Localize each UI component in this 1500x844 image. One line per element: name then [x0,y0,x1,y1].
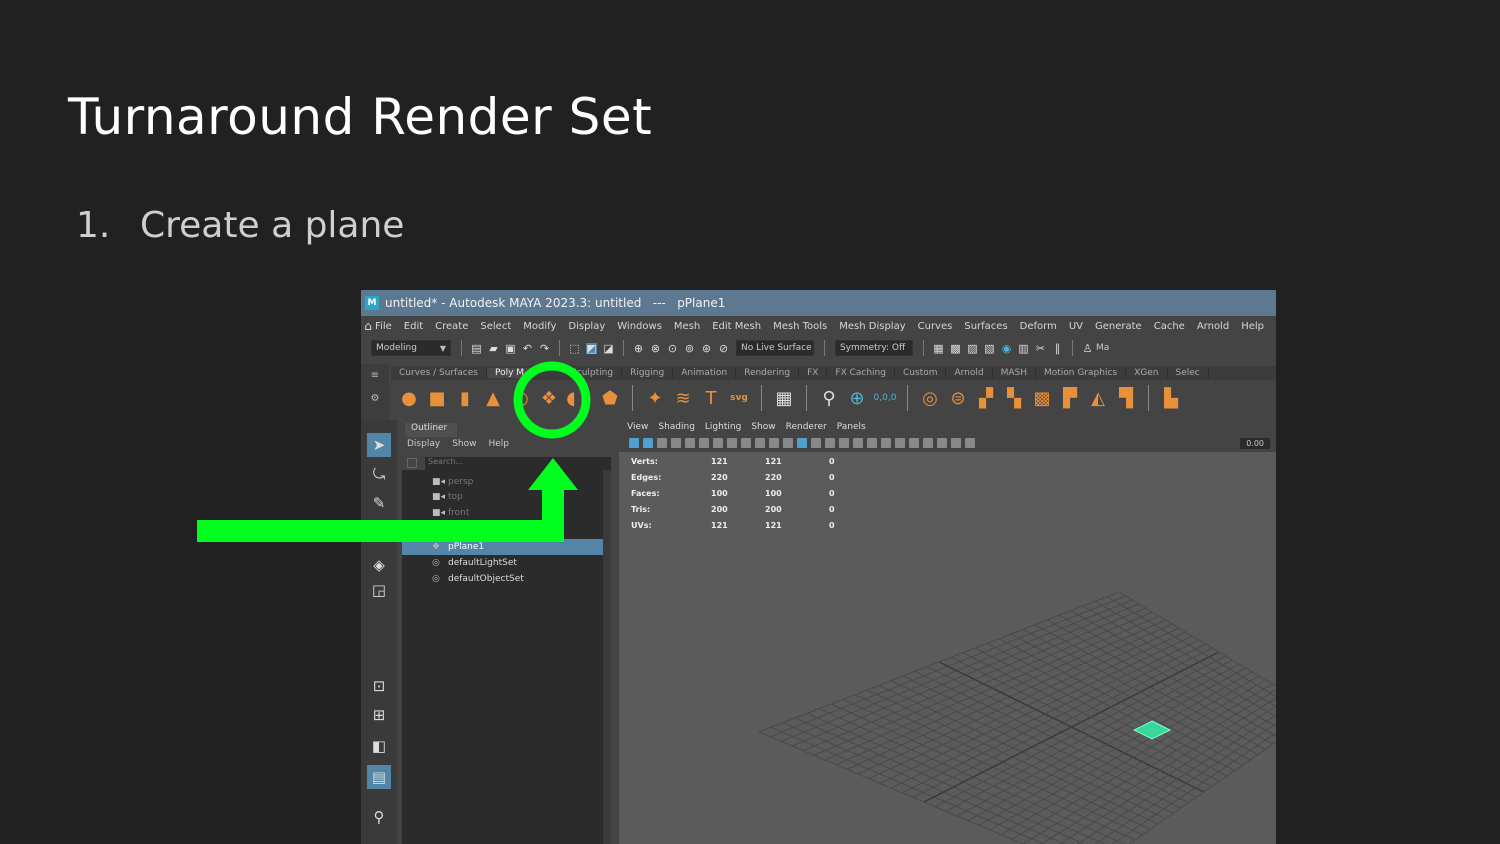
pointer-arrow [197,458,578,542]
highlight-circle [513,361,591,439]
highlight-overlay [197,361,591,542]
